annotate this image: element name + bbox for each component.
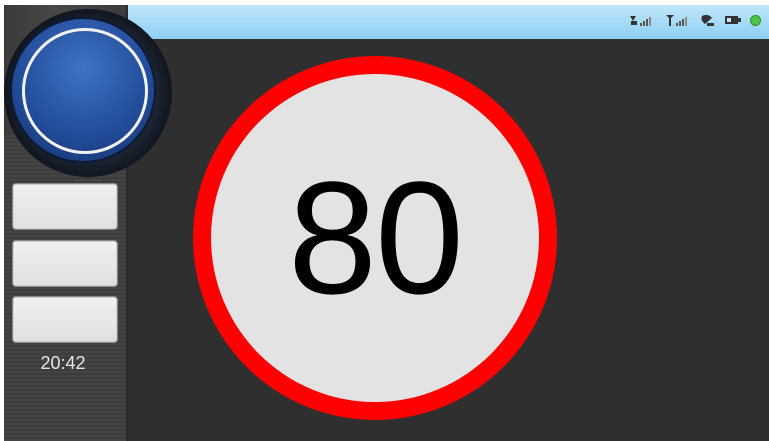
speed-limit-value: 80 xyxy=(288,148,464,327)
antenna-signal-icon xyxy=(664,13,692,27)
sidebar-button-3[interactable] xyxy=(12,296,118,343)
gps-fix-dot-icon xyxy=(750,14,761,26)
circle-ring-icon xyxy=(22,28,148,154)
satellite-signal-icon xyxy=(628,13,656,27)
clock: 20:42 xyxy=(40,353,86,373)
speed-limit-sign: 80 xyxy=(193,56,557,420)
speed-limit-face: 80 xyxy=(211,74,539,402)
home-button-face xyxy=(12,19,154,161)
battery-icon xyxy=(724,15,742,25)
navigation-screen: 20:42 80 xyxy=(4,5,769,441)
sidebar-texture xyxy=(4,135,126,441)
sidebar-button-1[interactable] xyxy=(12,183,118,230)
satellite-dish-icon xyxy=(700,13,716,27)
status-icons xyxy=(628,12,761,28)
sidebar: 20:42 xyxy=(4,5,172,441)
home-button[interactable] xyxy=(4,9,172,177)
sidebar-button-2[interactable] xyxy=(12,240,118,287)
